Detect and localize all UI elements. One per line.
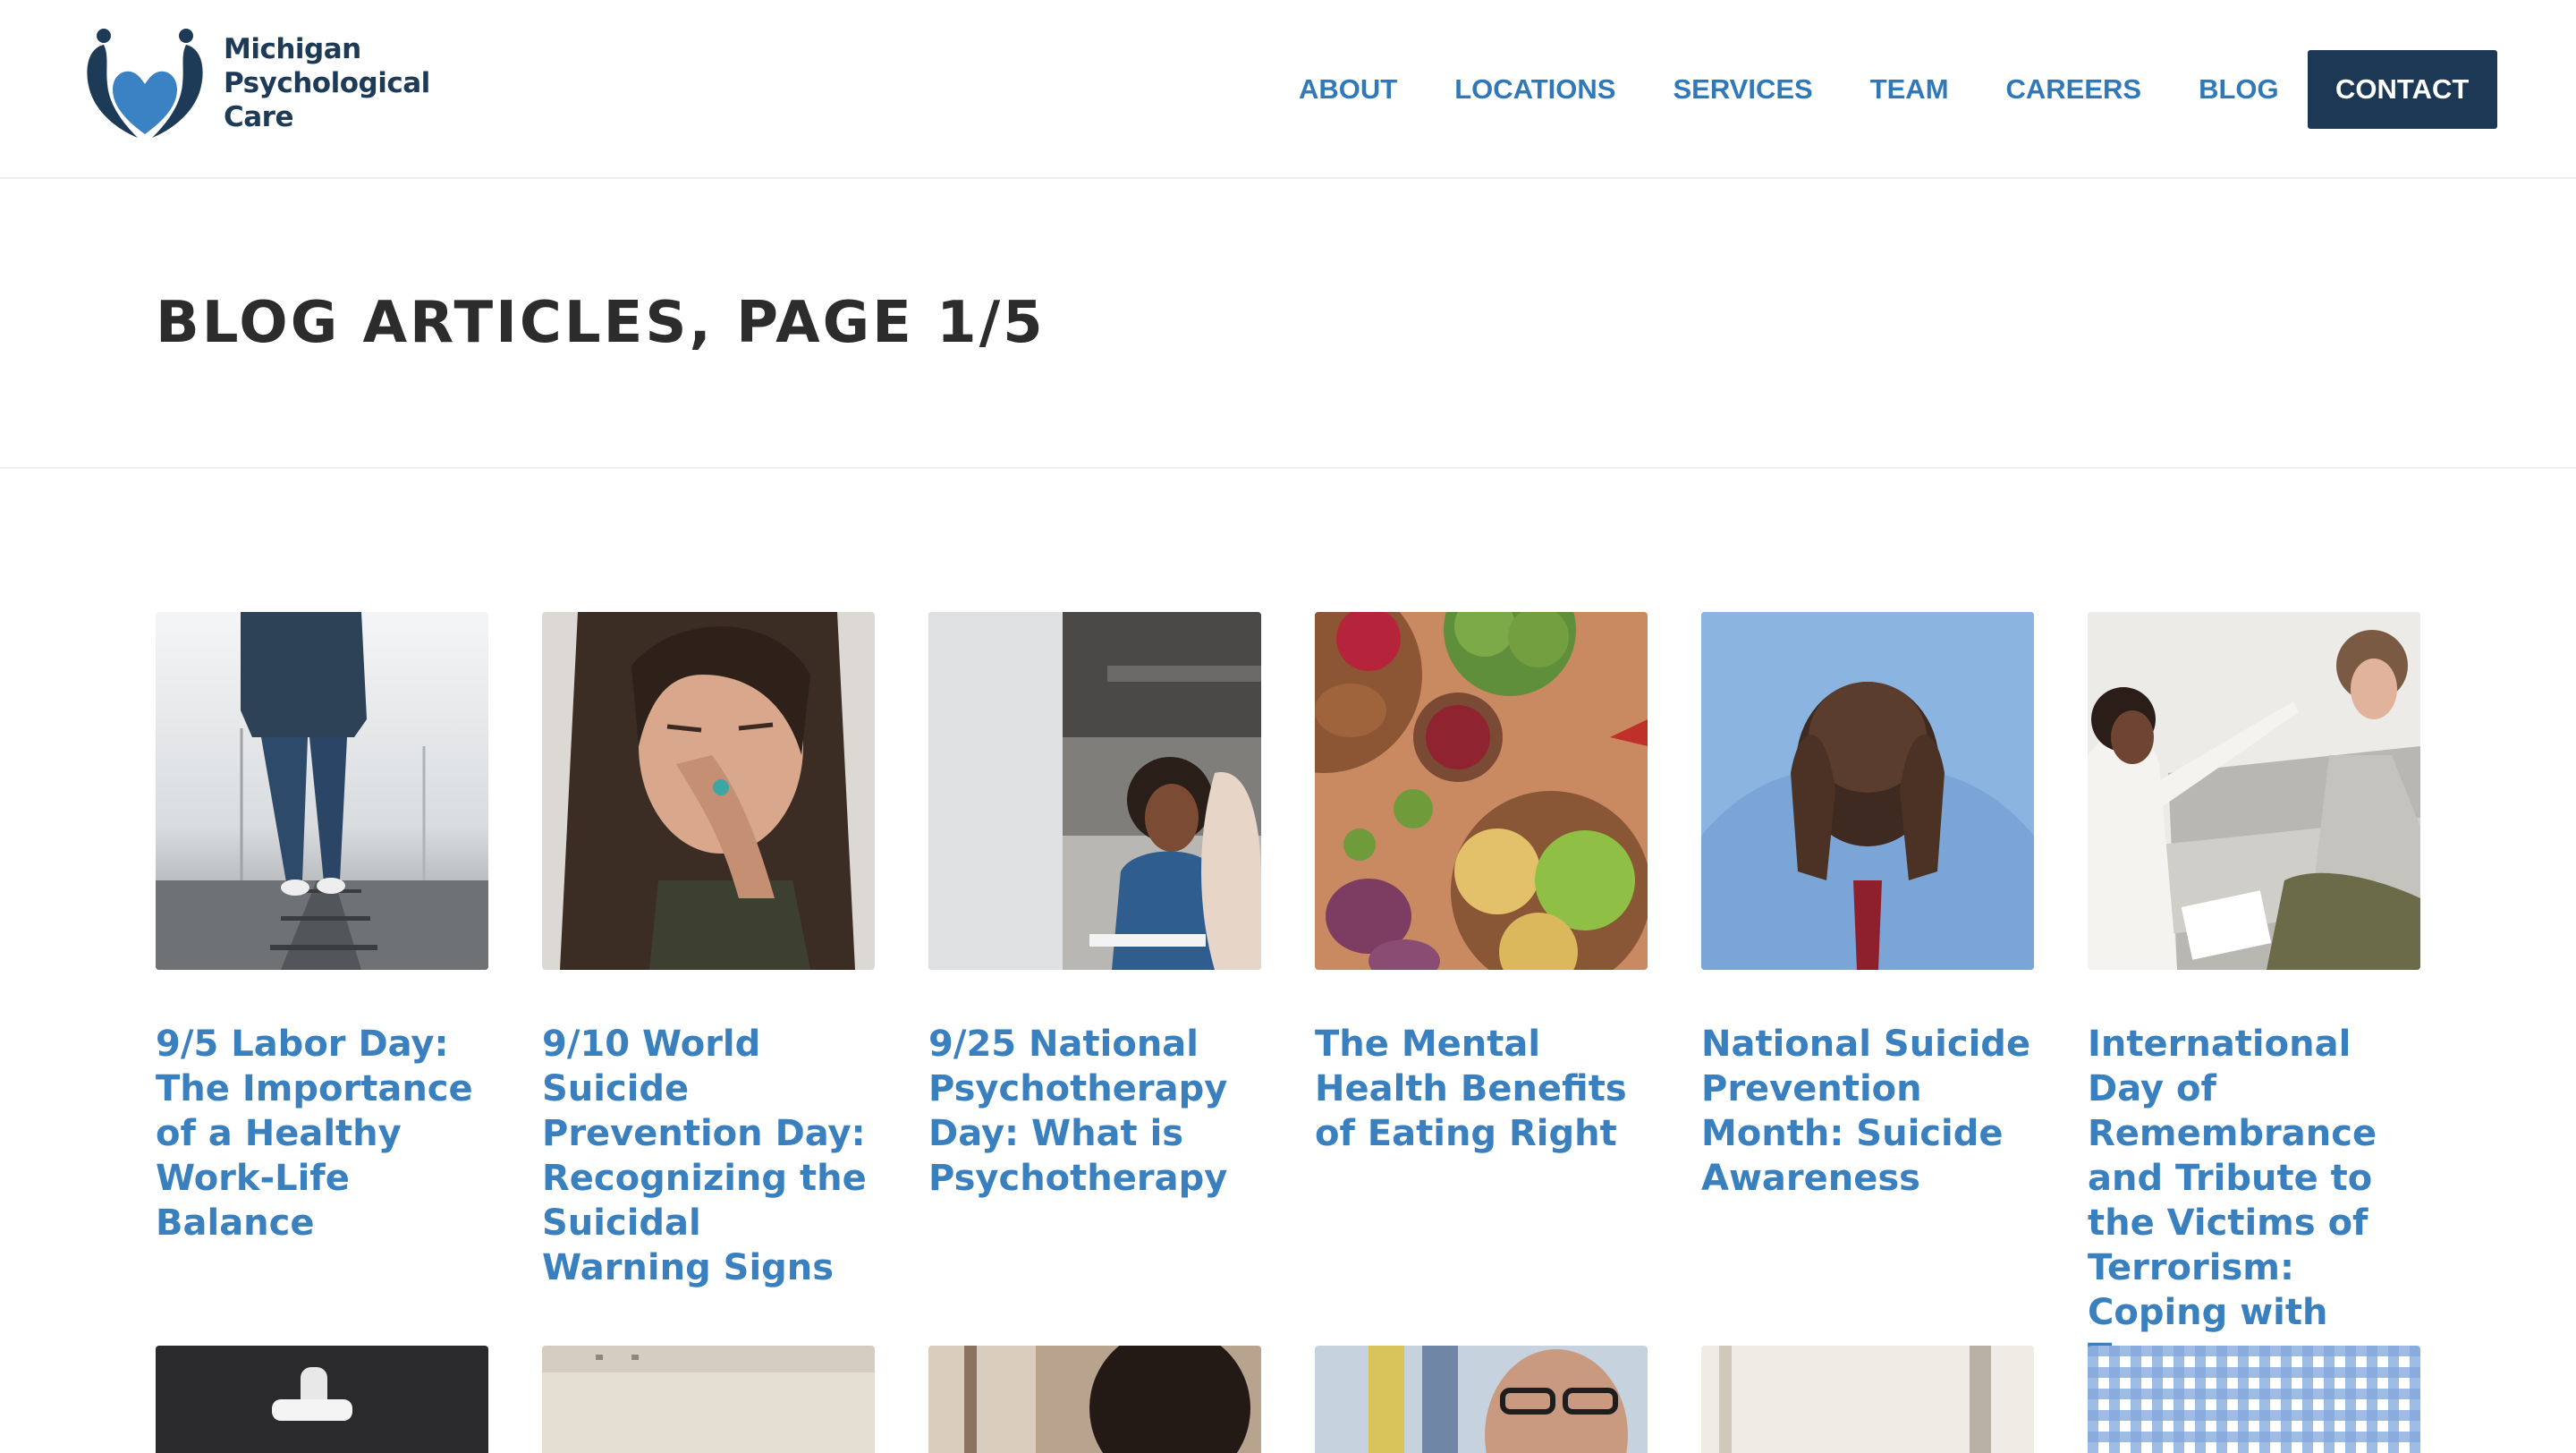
man-with-glasses-photo: [1315, 1346, 1648, 1453]
article-thumbnail[interactable]: [1701, 612, 2034, 970]
vegetables-photo: [1315, 612, 1648, 970]
article-thumbnail[interactable]: [542, 1346, 875, 1453]
article-title-link[interactable]: The Mental Health Benefits of Eating Rig…: [1315, 1022, 1648, 1156]
article-card: 9/10 World Suicide Prevention Day: Recog…: [542, 612, 875, 1290]
article-title-link[interactable]: 9/10 World Suicide Prevention Day: Recog…: [542, 1022, 875, 1290]
worried-woman-photo: [542, 612, 875, 970]
article-card: International Day of Remembrance and Tri…: [2088, 612, 2420, 1380]
stressed-man-photo: [1701, 612, 2034, 970]
article-thumbnail[interactable]: [928, 1346, 1261, 1453]
article-thumbnail[interactable]: [2088, 612, 2420, 970]
article-thumbnail[interactable]: [156, 612, 488, 970]
article-thumbnail[interactable]: [928, 612, 1261, 970]
office-conversation-photo: [928, 612, 1261, 970]
article-card: [542, 1346, 875, 1453]
bright-window-photo: [1701, 1346, 2034, 1453]
article-thumbnail[interactable]: [1315, 612, 1648, 970]
article-card: 9/25 National Psychotherapy Day: What is…: [928, 612, 1261, 1201]
article-card: 9/5 Labor Day: The Importance of a Healt…: [156, 612, 488, 1245]
gingham-fabric-photo: [2088, 1346, 2420, 1453]
article-title-link[interactable]: International Day of Remembrance and Tri…: [2088, 1022, 2420, 1380]
article-title-link[interactable]: 9/5 Labor Day: The Importance of a Healt…: [156, 1022, 488, 1245]
article-thumbnail[interactable]: [1701, 1346, 2034, 1453]
article-card: [1701, 1346, 2034, 1453]
article-title-link[interactable]: 9/25 National Psychotherapy Day: What is…: [928, 1022, 1261, 1201]
article-thumbnail[interactable]: [542, 612, 875, 970]
article-thumbnail[interactable]: [2088, 1346, 2420, 1453]
article-card: [2088, 1346, 2420, 1453]
article-card: The Mental Health Benefits of Eating Rig…: [1315, 612, 1648, 1156]
article-card: [928, 1346, 1261, 1453]
railroad-photo: [156, 612, 488, 970]
dark-object-photo: [156, 1346, 488, 1453]
article-card: National Suicide Prevention Month: Suici…: [1701, 612, 2034, 1201]
article-title-link[interactable]: National Suicide Prevention Month: Suici…: [1701, 1022, 2034, 1201]
article-thumbnail[interactable]: [156, 1346, 488, 1453]
beige-interior-photo: [542, 1346, 875, 1453]
curly-hair-person-photo: [928, 1346, 1261, 1453]
article-card: [1315, 1346, 1648, 1453]
article-grid: 9/5 Labor Day: The Importance of a Healt…: [0, 0, 2576, 1453]
article-thumbnail[interactable]: [1315, 1346, 1648, 1453]
article-card: [156, 1346, 488, 1453]
therapy-session-photo: [2088, 612, 2420, 970]
